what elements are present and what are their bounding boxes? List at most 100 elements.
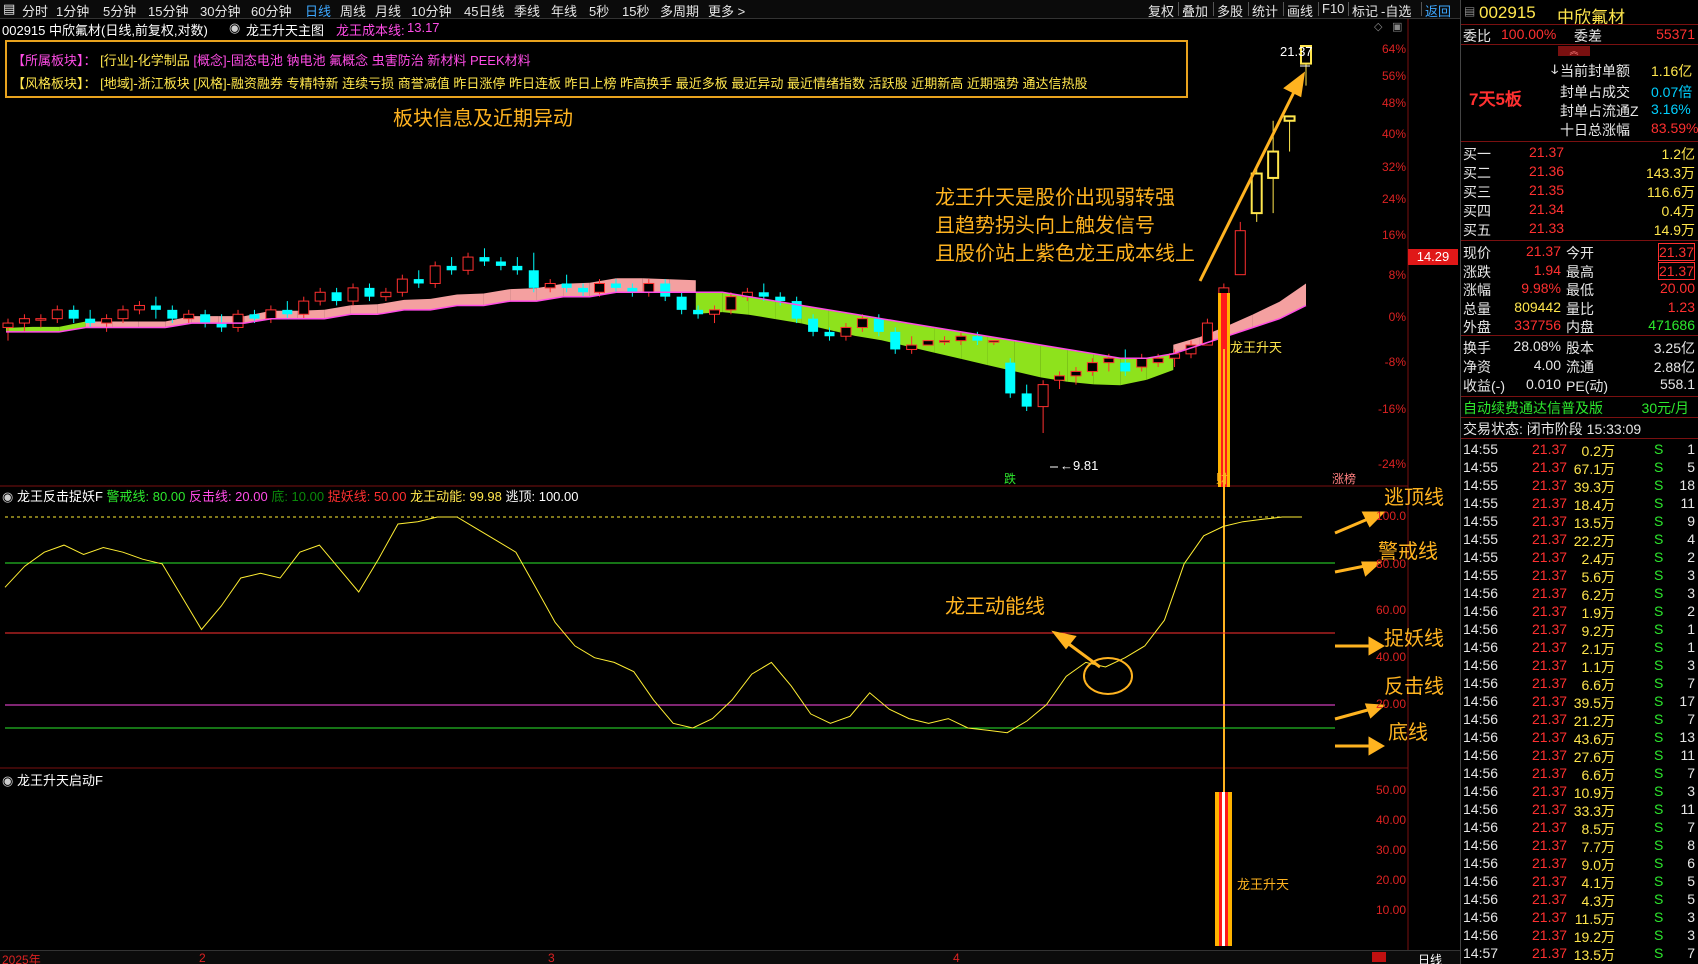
bid-price: 21.36	[1529, 163, 1565, 179]
tick-row: 14:56 21.37 11.5万 S 3	[1461, 909, 1698, 927]
sector-label: 【所属板块】：	[12, 53, 97, 68]
event-mark-die[interactable]: 跌	[1004, 470, 1016, 487]
quote-value: 20.00	[1659, 280, 1695, 296]
tab-15sec[interactable]: 15秒	[622, 1, 649, 20]
tab-5min[interactable]: 5分钟	[103, 1, 136, 20]
tick-volume: 19.2万	[1573, 929, 1615, 945]
candle-body	[693, 309, 704, 315]
signal-bar-ind2-core	[1222, 792, 1225, 946]
tick-volume: 39.3万	[1573, 479, 1615, 495]
tick-row: 14:56 21.37 9.2万 S 1	[1461, 621, 1698, 639]
tab-fenshi[interactable]: 分时	[22, 1, 48, 20]
tick-side: S	[1654, 531, 1664, 547]
tick-count: 7	[1687, 945, 1695, 961]
bid-row[interactable]: 买一 21.37 1.2亿	[1461, 144, 1698, 162]
candle-body	[462, 256, 474, 271]
stats-value: 4.00	[1533, 357, 1561, 373]
region-tag[interactable]: [地域]-浙江板块	[100, 76, 190, 91]
candle-body	[331, 292, 342, 302]
draw-line-button[interactable]: 画线	[1287, 1, 1313, 20]
bid-row[interactable]: 买三 21.35 116.6万	[1461, 182, 1698, 200]
bid-row[interactable]: 买二 21.36 143.3万	[1461, 163, 1698, 181]
bid-row[interactable]: 买四 21.34 0.4万	[1461, 201, 1698, 219]
restore-rights-button[interactable]: 复权	[1148, 1, 1174, 20]
concept-tags[interactable]: [概念]-固态电池 钠电池 氟概念 虫害防治 新材料 PEEK材料	[193, 53, 530, 68]
tick-price: 21.37	[1532, 927, 1568, 943]
event-mark-cai[interactable]: 财	[1216, 470, 1228, 487]
tick-side: S	[1654, 459, 1664, 475]
quote-key: 总量	[1463, 300, 1491, 317]
candle-body	[610, 283, 621, 288]
candle-body	[68, 309, 79, 319]
seal-row: ↆ 当前封单额 1.16亿	[1551, 61, 1693, 79]
event-mark-zhangbang[interactable]: 涨榜	[1332, 470, 1356, 487]
tick-count: 1	[1687, 639, 1695, 655]
tick-time: 14:56	[1463, 873, 1499, 889]
tab-multi-period[interactable]: 多周期	[660, 1, 699, 20]
seal-row: 封单占流通Z 3.16%	[1461, 101, 1698, 119]
stock-header: ▤ 002915 中欣氟材	[1461, 2, 1698, 27]
chart-canvas[interactable]	[0, 19, 1410, 950]
tick-time: 14:55	[1463, 567, 1499, 583]
month-label: 3	[548, 951, 555, 964]
scroll-indicator[interactable]	[1372, 952, 1386, 962]
style-tags[interactable]: [风格]-融资融券 专精特新 连续亏损 商誉减值 昨日涨停 昨日连板 昨日上榜 …	[193, 76, 1087, 91]
tab-1min[interactable]: 1分钟	[56, 1, 89, 20]
tab-45day[interactable]: 45日线	[464, 1, 504, 20]
tab-5sec[interactable]: 5秒	[589, 1, 609, 20]
bid-row[interactable]: 买五 21.33 14.9万	[1461, 220, 1698, 238]
tick-volume: 9.0万	[1581, 857, 1615, 873]
stats-key: 换手	[1463, 340, 1491, 356]
indicator2-name[interactable]: 龙王升天启动F	[17, 773, 103, 788]
tab-monthly[interactable]: 月线	[375, 1, 401, 20]
add-watchlist-button[interactable]: -自选	[1381, 1, 1411, 20]
tab-60min[interactable]: 60分钟	[251, 1, 291, 20]
indicator1-switch-icon[interactable]: ◉	[2, 489, 13, 504]
bid-price: 21.34	[1529, 201, 1565, 217]
tick-time: 14:55	[1463, 513, 1499, 529]
sector-info-annotation: 板块信息及近期异动	[393, 108, 573, 130]
mark-button[interactable]: 标记	[1352, 1, 1378, 20]
menu-icon[interactable]: ▤	[3, 1, 15, 17]
ind1-axis-tick: 80.00	[1375, 557, 1406, 571]
tick-price: 21.37	[1532, 765, 1568, 781]
tab-30min[interactable]: 30分钟	[200, 1, 240, 20]
expand-icon[interactable]: ︽	[1558, 46, 1590, 56]
statistics-button[interactable]: 统计	[1252, 1, 1278, 20]
quote-key: 外盘	[1463, 319, 1491, 335]
quote-value: 809442	[1514, 298, 1561, 315]
stock-info-icon[interactable]: ▤	[1464, 4, 1475, 18]
overlay-button[interactable]: 叠加	[1182, 1, 1208, 20]
tick-time: 14:56	[1463, 909, 1499, 925]
f10-button[interactable]: F10	[1322, 1, 1344, 16]
tick-side: S	[1654, 639, 1664, 655]
highlight-circle	[1083, 657, 1133, 695]
candle-body	[1250, 172, 1263, 215]
ind2-axis-tick: 10.00	[1375, 903, 1406, 917]
indicator1-name[interactable]: 龙王反击捉妖F	[17, 489, 103, 504]
industry-tag[interactable]: [行业]-化学制品	[100, 53, 190, 68]
tick-volume: 13.5万	[1573, 947, 1615, 963]
tab-weekly[interactable]: 周线	[340, 1, 366, 20]
high-price-mark: 21.37	[1280, 44, 1313, 59]
ind2-axis-tick: 50.00	[1375, 783, 1406, 797]
tick-row: 14:55 21.37 2.4万 S 2	[1461, 549, 1698, 567]
period-label[interactable]: 日线	[1418, 951, 1442, 964]
tab-yearly[interactable]: 年线	[551, 1, 577, 20]
indicator2-switch-icon[interactable]: ◉	[2, 773, 13, 788]
tick-time: 14:56	[1463, 927, 1499, 943]
cost-line	[6, 291, 1307, 359]
tab-10min[interactable]: 10分钟	[411, 1, 451, 20]
ad-banner[interactable]: 自动续费通达信普及版 30元/月	[1461, 398, 1698, 416]
candle-body	[347, 287, 359, 302]
tab-daily[interactable]: 日线	[305, 1, 331, 20]
multi-stock-button[interactable]: 多股	[1217, 1, 1243, 20]
tab-quarterly[interactable]: 季线	[514, 1, 540, 20]
tick-row: 14:56 21.37 33.3万 S 11	[1461, 801, 1698, 819]
tab-15min[interactable]: 15分钟	[148, 1, 188, 20]
back-button[interactable]: 返回	[1425, 1, 1451, 20]
quote-panel: ▤ 002915 中欣氟材 委比 100.00% 委差 55371 ︽ 7天5板…	[1460, 0, 1698, 964]
tick-count: 8	[1687, 837, 1695, 853]
tab-more[interactable]: 更多 >	[708, 1, 745, 20]
band-segment	[404, 298, 431, 310]
